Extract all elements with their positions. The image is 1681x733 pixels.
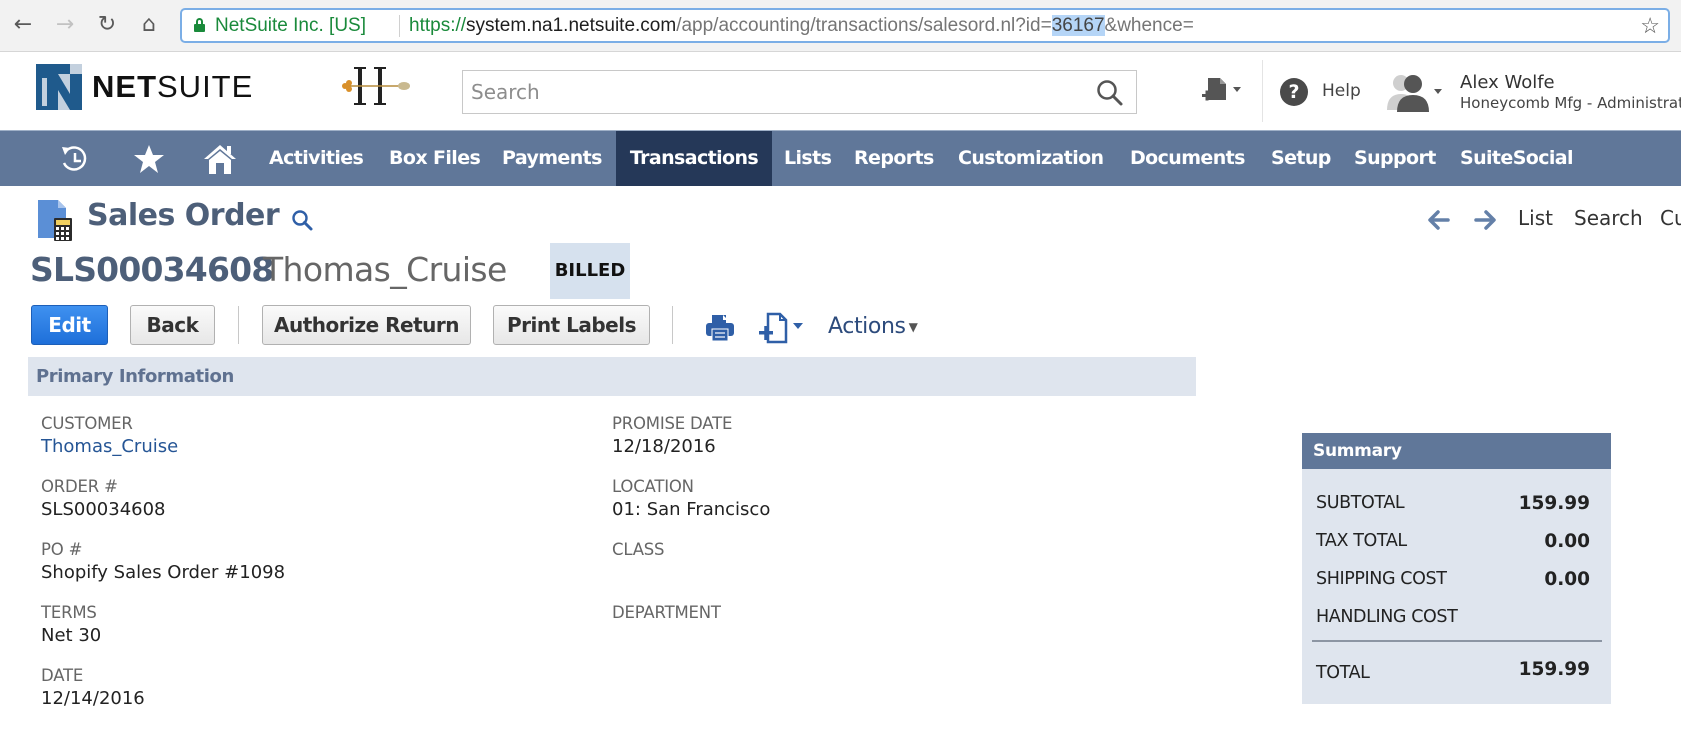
lock-icon bbox=[194, 18, 205, 32]
search-icon[interactable] bbox=[1096, 79, 1124, 107]
customer-field: CUSTOMER Thomas_Cruise bbox=[41, 414, 179, 457]
next-record-icon[interactable] bbox=[1473, 208, 1499, 232]
nav-support[interactable]: Support bbox=[1342, 131, 1448, 186]
address-divider bbox=[399, 15, 400, 37]
summary-title: Summary bbox=[1302, 433, 1611, 469]
previous-record-icon[interactable] bbox=[1425, 208, 1451, 232]
edit-button[interactable]: Edit bbox=[31, 305, 108, 345]
star-outline-icon[interactable]: ☆ bbox=[1640, 10, 1660, 41]
toolbar-divider bbox=[672, 306, 673, 344]
summary-row-handling-cost: HANDLING COST bbox=[1316, 607, 1458, 627]
global-search-input[interactable] bbox=[463, 71, 1083, 113]
primary-information-header[interactable]: Primary Information bbox=[28, 357, 1196, 396]
nav-reports[interactable]: Reports bbox=[842, 131, 946, 186]
user-name[interactable]: Alex Wolfe bbox=[1460, 72, 1555, 93]
nav-transactions[interactable]: Transactions bbox=[616, 131, 772, 186]
nav-suitesocial[interactable]: SuiteSocial bbox=[1448, 131, 1585, 186]
nav-lists[interactable]: Lists bbox=[772, 131, 843, 186]
nav-payments[interactable]: Payments bbox=[490, 131, 614, 186]
help-question-icon: ? bbox=[1280, 78, 1308, 106]
user-avatar-icon[interactable] bbox=[1385, 72, 1445, 112]
arrow-right-icon[interactable]: → bbox=[52, 12, 78, 38]
nav-documents[interactable]: Documents bbox=[1118, 131, 1257, 186]
actions-menu[interactable]: Actions ▼ bbox=[828, 314, 918, 339]
toolbar-divider bbox=[238, 306, 239, 344]
nav-setup[interactable]: Setup bbox=[1259, 131, 1343, 186]
home-icon[interactable] bbox=[203, 143, 237, 175]
netsuite-wordmark: NETSUITE bbox=[92, 69, 254, 104]
terms-field: TERMS Net 30 bbox=[41, 603, 102, 646]
nav-customization[interactable]: Customization bbox=[946, 131, 1115, 186]
url-text[interactable]: https://system.na1.netsuite.com/app/acco… bbox=[409, 10, 1194, 41]
netsuite-logo-icon[interactable] bbox=[36, 64, 82, 110]
print-icon[interactable] bbox=[705, 314, 735, 342]
address-bar[interactable]: NetSuite Inc. [US] https://system.na1.ne… bbox=[180, 8, 1670, 43]
date-field: DATE 12/14/2016 bbox=[41, 666, 145, 709]
list-link[interactable]: List bbox=[1518, 206, 1553, 236]
summary-row-shipping-cost: SHIPPING COST 0.00 bbox=[1316, 569, 1590, 590]
nav-box-files[interactable]: Box Files bbox=[377, 131, 492, 186]
new-document-icon[interactable] bbox=[758, 312, 810, 344]
authorize-return-button[interactable]: Authorize Return bbox=[262, 305, 471, 345]
main-navigation: Activities Box Files Payments Transactio… bbox=[0, 130, 1681, 186]
certificate-label: NetSuite Inc. [US] bbox=[215, 15, 367, 36]
location-field: LOCATION 01: San Francisco bbox=[612, 477, 771, 520]
status-badge: BILLED bbox=[550, 243, 630, 299]
header-divider bbox=[1262, 60, 1263, 122]
page-title: Sales Order bbox=[87, 198, 280, 233]
record-customer-name: Thomas_Cruise bbox=[263, 250, 507, 289]
print-labels-button[interactable]: Print Labels bbox=[493, 305, 650, 345]
arrow-left-icon[interactable]: ← bbox=[10, 12, 36, 38]
search-link[interactable]: Search bbox=[1574, 206, 1643, 236]
recent-history-icon[interactable] bbox=[58, 143, 92, 175]
company-logo-icon bbox=[342, 67, 410, 105]
summary-row-subtotal: SUBTOTAL 159.99 bbox=[1316, 493, 1590, 514]
po-number-field: PO # Shopify Sales Order #1098 bbox=[41, 540, 286, 583]
favorites-star-icon[interactable] bbox=[132, 143, 166, 175]
summary-row-tax-total: TAX TOTAL 0.00 bbox=[1316, 531, 1590, 552]
back-button[interactable]: Back bbox=[130, 305, 215, 345]
class-field: CLASS bbox=[612, 540, 665, 559]
summary-divider bbox=[1312, 640, 1602, 642]
customize-link[interactable]: Cu bbox=[1660, 206, 1681, 236]
sales-order-icon bbox=[38, 200, 72, 241]
promise-date-field: PROMISE DATE 12/18/2016 bbox=[612, 414, 733, 457]
nav-activities[interactable]: Activities bbox=[257, 131, 375, 186]
search-icon[interactable] bbox=[290, 208, 314, 232]
home-icon[interactable]: ⌂ bbox=[136, 12, 162, 38]
browser-toolbar: ← → ↻ ⌂ NetSuite Inc. [US] https://syste… bbox=[0, 0, 1681, 52]
caret-down-icon: ▼ bbox=[908, 320, 918, 334]
department-field: DEPARTMENT bbox=[612, 603, 721, 622]
user-role[interactable]: Honeycomb Mfg - Administrator bbox=[1460, 94, 1681, 112]
order-number-field: ORDER # SLS00034608 bbox=[41, 477, 166, 520]
app-header: NETSUITE ? Help Alex Wo bbox=[0, 52, 1681, 130]
reload-icon[interactable]: ↻ bbox=[94, 12, 120, 38]
summary-panel: Summary SUBTOTAL 159.99 TAX TOTAL 0.00 SHI… bbox=[1302, 433, 1611, 704]
global-search bbox=[462, 70, 1137, 114]
create-new-icon[interactable] bbox=[1200, 76, 1246, 106]
customer-link[interactable]: Thomas_Cruise bbox=[41, 436, 178, 457]
summary-row-total: TOTAL 159.99 bbox=[1316, 659, 1590, 683]
record-number: SLS00034608 bbox=[30, 250, 274, 289]
